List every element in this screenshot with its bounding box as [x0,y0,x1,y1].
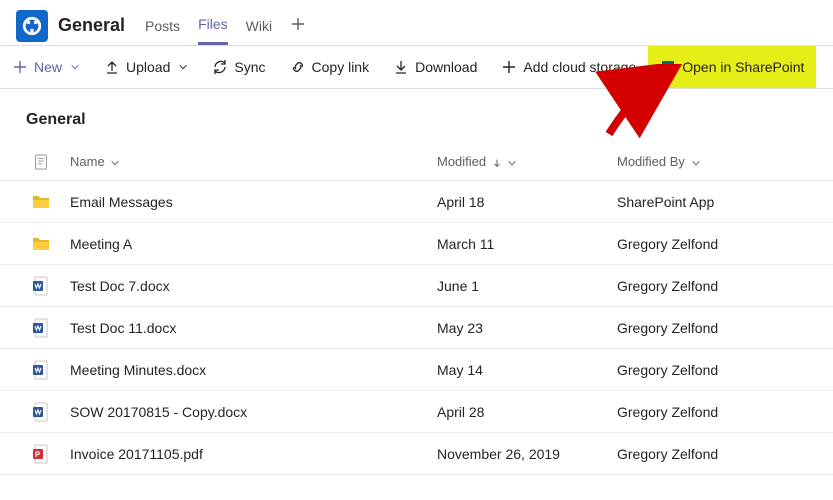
file-row[interactable]: Test Doc 11.docxMay 23Gregory Zelfond [0,307,833,349]
file-row[interactable]: Invoice 20171105.pdfNovember 26, 2019Gre… [0,433,833,475]
word-icon [32,401,50,423]
sync-button[interactable]: Sync [200,46,277,88]
add-cloud-storage-button[interactable]: Add cloud storage [489,46,648,88]
file-name[interactable]: Test Doc 11.docx [66,320,437,336]
modified-by-column-header[interactable]: Modified By [617,154,817,169]
upload-button[interactable]: Upload [92,46,200,88]
name-header-label: Name [70,154,105,169]
channel-header: General Posts Files Wiki [0,0,833,45]
word-icon [32,359,50,381]
download-button[interactable]: Download [381,46,489,88]
file-modified-by: Gregory Zelfond [617,446,817,462]
channel-name: General [58,15,125,36]
add-cloud-label: Add cloud storage [523,59,636,75]
chevron-down-icon [507,158,517,168]
add-tab-button[interactable] [290,16,306,35]
file-row[interactable]: Meeting Minutes.docxMay 14Gregory Zelfon… [0,349,833,391]
team-avatar-icon [16,10,48,42]
sort-descending-icon [492,158,502,168]
tab-files[interactable]: Files [198,6,228,45]
file-modified-by: Gregory Zelfond [617,404,817,420]
document-icon [33,154,49,170]
chevron-down-icon [691,158,701,168]
chevron-down-icon [110,158,120,168]
copy-link-label: Copy link [312,59,370,75]
sync-icon [212,59,228,75]
modified-by-header-label: Modified By [617,154,685,169]
plus-icon [501,59,517,75]
file-row[interactable]: Test Doc 7.docxJune 1Gregory Zelfond [0,265,833,307]
file-modified-by: Gregory Zelfond [617,236,817,252]
file-name[interactable]: SOW 20170815 - Copy.docx [66,404,437,420]
modified-header-label: Modified [437,154,486,169]
file-name[interactable]: Test Doc 7.docx [66,278,437,294]
file-list: Name Modified Modified By Email Messages… [0,143,833,475]
files-toolbar: New Upload Sync Copy link Download Add c… [0,45,833,89]
file-name[interactable]: Email Messages [66,194,437,210]
tab-bar: Posts Files Wiki [145,6,306,45]
folder-icon [32,233,50,255]
file-modified-by: SharePoint App [617,194,817,210]
sharepoint-icon [660,59,676,75]
file-type-column-icon[interactable] [16,154,66,170]
chevron-down-icon [70,62,80,72]
file-modified-by: Gregory Zelfond [617,320,817,336]
folder-icon [32,191,50,213]
chevron-down-icon [178,62,188,72]
file-row[interactable]: SOW 20170815 - Copy.docxApril 28Gregory … [0,391,833,433]
download-label: Download [415,59,477,75]
open-sharepoint-label: Open in SharePoint [682,59,804,75]
word-icon [32,317,50,339]
column-headers: Name Modified Modified By [0,143,833,181]
upload-icon [104,59,120,75]
file-modified: April 28 [437,404,617,420]
sync-label: Sync [234,59,265,75]
name-column-header[interactable]: Name [66,154,437,169]
new-label: New [34,59,62,75]
file-modified: May 23 [437,320,617,336]
download-icon [393,59,409,75]
file-modified-by: Gregory Zelfond [617,278,817,294]
tab-wiki[interactable]: Wiki [246,8,272,44]
file-row[interactable]: Email MessagesApril 18SharePoint App [0,181,833,223]
file-name[interactable]: Invoice 20171105.pdf [66,446,437,462]
new-button[interactable]: New [0,46,92,88]
file-modified: June 1 [437,278,617,294]
upload-label: Upload [126,59,170,75]
file-modified: November 26, 2019 [437,446,617,462]
tab-posts[interactable]: Posts [145,8,180,44]
word-icon [32,275,50,297]
open-in-sharepoint-button[interactable]: Open in SharePoint [648,46,816,88]
file-modified: April 18 [437,194,617,210]
file-name[interactable]: Meeting Minutes.docx [66,362,437,378]
file-modified-by: Gregory Zelfond [617,362,817,378]
file-row[interactable]: Meeting AMarch 11Gregory Zelfond [0,223,833,265]
file-name[interactable]: Meeting A [66,236,437,252]
copy-link-button[interactable]: Copy link [278,46,382,88]
modified-column-header[interactable]: Modified [437,154,617,169]
file-modified: May 14 [437,362,617,378]
pdf-icon [32,443,50,465]
breadcrumb[interactable]: General [0,89,833,143]
file-modified: March 11 [437,236,617,252]
link-icon [290,59,306,75]
